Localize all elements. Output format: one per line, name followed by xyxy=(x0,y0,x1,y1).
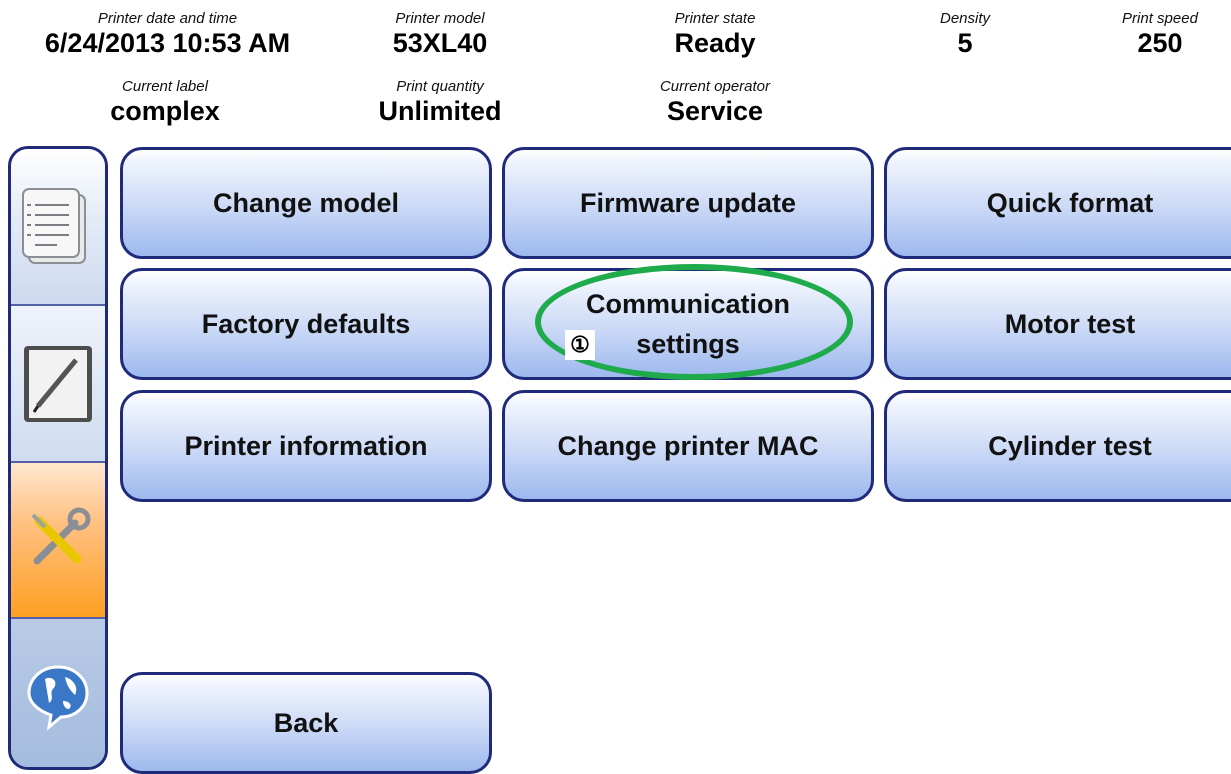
factory-defaults-button[interactable]: Factory defaults xyxy=(120,268,492,380)
change-model-label: Change model xyxy=(212,188,400,218)
edit-pen-icon xyxy=(24,345,92,422)
communication-settings-label-line1: Communication xyxy=(585,289,790,319)
annotation-marker: ① xyxy=(565,330,595,360)
globe-chat-icon xyxy=(27,665,89,731)
status-speed-label: Print speed xyxy=(1122,10,1198,27)
sidebar xyxy=(8,146,108,770)
status-model-label: Printer model xyxy=(395,10,485,27)
firmware-update-label: Firmware update xyxy=(579,188,797,218)
status-current-label-value: complex xyxy=(110,96,220,126)
motor-test-label: Motor test xyxy=(1004,309,1136,339)
quick-format-button[interactable]: Quick format xyxy=(884,147,1231,259)
tools-icon xyxy=(31,507,91,565)
status-speed-value: 250 xyxy=(1137,28,1183,58)
cylinder-test-button[interactable]: Cylinder test xyxy=(884,390,1231,502)
status-state-label: Printer state xyxy=(674,10,756,27)
back-label: Back xyxy=(273,708,339,738)
change-model-button[interactable]: Change model xyxy=(120,147,492,259)
status-state-value: Ready xyxy=(674,28,756,58)
documents-icon xyxy=(22,187,86,264)
back-button[interactable]: Back xyxy=(120,672,492,774)
status-density-label: Density xyxy=(939,10,991,27)
status-operator: Current operator Service xyxy=(620,78,810,126)
quick-format-label: Quick format xyxy=(986,188,1154,218)
status-operator-label: Current operator xyxy=(659,78,771,95)
motor-test-button[interactable]: Motor test xyxy=(884,268,1231,380)
sidebar-item-language[interactable] xyxy=(11,619,105,767)
status-datetime-value: 6/24/2013 10:53 AM xyxy=(44,28,291,58)
change-printer-mac-button[interactable]: Change printer MAC xyxy=(502,390,874,502)
status-quantity: Print quantity Unlimited xyxy=(350,78,530,126)
cylinder-test-label: Cylinder test xyxy=(988,431,1152,461)
status-speed: Print speed 250 xyxy=(1100,10,1220,58)
status-quantity-label: Print quantity xyxy=(396,78,484,95)
sidebar-item-tools[interactable] xyxy=(11,463,105,619)
printer-information-label: Printer information xyxy=(184,431,428,461)
factory-defaults-label: Factory defaults xyxy=(201,309,411,339)
status-model: Printer model 53XL40 xyxy=(360,10,520,58)
sidebar-item-documents[interactable] xyxy=(11,149,105,306)
status-operator-value: Service xyxy=(666,96,764,126)
communication-settings-button[interactable]: Communication settings xyxy=(502,268,874,380)
status-current-label: Current label complex xyxy=(90,78,240,126)
status-state: Printer state Ready xyxy=(620,10,810,58)
printer-information-button[interactable]: Printer information xyxy=(120,390,492,502)
sidebar-item-edit[interactable] xyxy=(11,306,105,463)
status-density: Density 5 xyxy=(920,10,1010,58)
status-current-label-label: Current label xyxy=(122,78,208,95)
change-printer-mac-label: Change printer MAC xyxy=(557,431,819,461)
status-model-value: 53XL40 xyxy=(392,28,488,58)
status-datetime-label: Printer date and time xyxy=(97,10,238,27)
status-datetime: Printer date and time 6/24/2013 10:53 AM xyxy=(0,10,335,58)
firmware-update-button[interactable]: Firmware update xyxy=(502,147,874,259)
communication-settings-label-line2: settings xyxy=(636,329,740,359)
status-density-value: 5 xyxy=(957,28,973,58)
status-quantity-value: Unlimited xyxy=(378,96,502,126)
